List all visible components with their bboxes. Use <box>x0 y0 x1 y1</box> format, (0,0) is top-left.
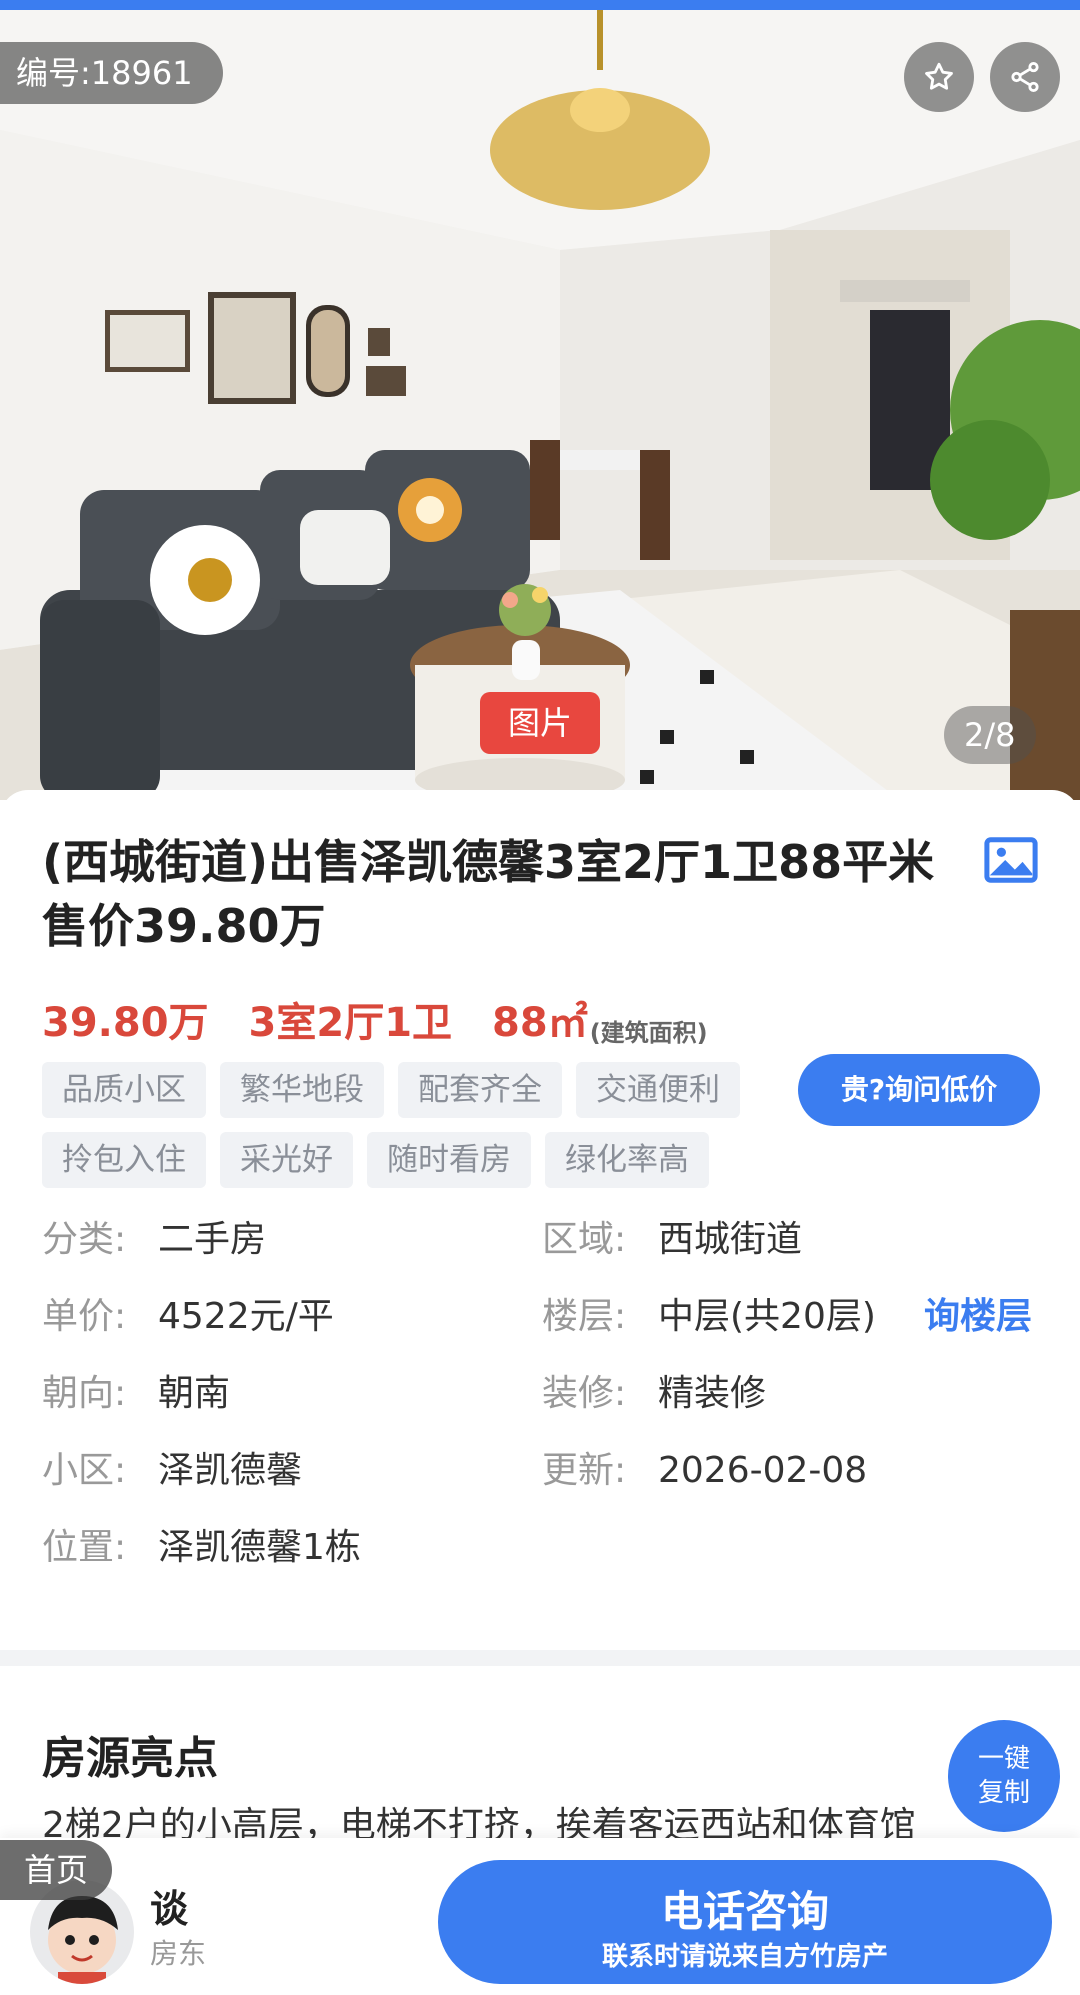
phone-consult-button[interactable]: 电话咨询 联系时请说来自方竹房产 <box>438 1860 1052 1984</box>
agent-name: 谈 <box>150 1887 189 1931</box>
area-note: (建筑面积) <box>589 1019 708 1047</box>
star-icon <box>925 62 953 90</box>
detail-value: 中层(共20层) <box>658 1296 876 1337</box>
image-gallery-icon[interactable] <box>984 836 1038 884</box>
detail-value: 朝南 <box>158 1373 231 1414</box>
tag: 绿化率高 <box>545 1132 709 1188</box>
detail-label: 朝向: <box>42 1373 127 1414</box>
detail-value: 精装修 <box>658 1373 767 1414</box>
tag: 交通便利 <box>576 1062 740 1118</box>
home-button[interactable]: 首页 <box>0 1840 112 1900</box>
detail-value: 泽凯德馨1栋 <box>158 1527 361 1568</box>
agent-role: 房东 <box>150 1937 207 1970</box>
detail-label: 楼层: <box>542 1296 627 1337</box>
detail-location: 位置: 泽凯德馨1栋 <box>42 1526 361 1570</box>
room-layout: 3室2厅1卫 <box>248 1000 453 1046</box>
detail-decoration: 装修: 精装修 <box>542 1372 766 1416</box>
top-accent-bar <box>0 0 1080 10</box>
feature-tags: 品质小区 繁华地段 配套齐全 交通便利 拎包入住 采光好 随时看房 绿化率高 <box>42 1062 762 1188</box>
photo-tab-tag[interactable]: 图片 <box>480 692 600 754</box>
detail-value: 西城街道 <box>658 1219 803 1260</box>
listing-title: (西城街道)出售泽凯德馨3室2厅1卫88平米 售价39.80万 <box>42 835 935 953</box>
detail-value: 泽凯德馨 <box>158 1450 303 1491</box>
detail-unit-price: 单价: 4522元/平 <box>42 1295 334 1339</box>
detail-label: 更新: <box>542 1450 627 1491</box>
share-icon <box>1011 61 1039 93</box>
copy-label-line1: 一键 <box>977 1744 1030 1774</box>
detail-district: 区域: 西城街道 <box>542 1218 802 1262</box>
detail-floor: 楼层: 中层(共20层) <box>542 1295 876 1339</box>
detail-value: 2026-02-08 <box>658 1450 868 1491</box>
detail-updated: 更新: 2026-02-08 <box>542 1449 867 1493</box>
detail-label: 区域: <box>542 1219 627 1260</box>
share-button[interactable] <box>990 42 1060 112</box>
listing-photo-carousel[interactable]: 编号:18961 图片 2/8 <box>0 10 1080 800</box>
area: 88㎡ <box>492 1000 588 1046</box>
detail-label: 单价: <box>42 1296 127 1337</box>
call-sub-label: 联系时请说来自方竹房产 <box>601 1942 888 1972</box>
tag: 品质小区 <box>42 1062 206 1118</box>
favorite-button[interactable] <box>904 42 974 112</box>
ask-floor-link[interactable]: 询楼层 <box>924 1295 1032 1339</box>
listing-id-badge: 编号:18961 <box>0 42 223 104</box>
key-stats: 39.80万 3室2厅1卫 88㎡ (建筑面积) <box>42 990 708 1048</box>
detail-label: 位置: <box>42 1527 127 1568</box>
detail-label: 分类: <box>42 1219 127 1260</box>
area-group: 88㎡ (建筑面积) <box>492 990 708 1048</box>
copy-label-line2: 复制 <box>977 1778 1030 1808</box>
listing-info-card: (西城街道)出售泽凯德馨3室2厅1卫88平米 售价39.80万 39.80万 3… <box>0 790 1080 1650</box>
detail-orientation: 朝向: 朝南 <box>42 1372 230 1416</box>
tag: 拎包入住 <box>42 1132 206 1188</box>
tag: 配套齐全 <box>398 1062 562 1118</box>
call-main-label: 电话咨询 <box>660 1887 829 1936</box>
highlights-title: 房源亮点 <box>42 1733 218 1784</box>
detail-label: 小区: <box>42 1450 127 1491</box>
price: 39.80万 <box>42 1000 209 1046</box>
detail-value: 二手房 <box>158 1219 267 1260</box>
tag: 采光好 <box>220 1132 353 1188</box>
detail-value: 4522元/平 <box>158 1296 334 1337</box>
detail-label: 装修: <box>542 1373 627 1414</box>
tag: 随时看房 <box>367 1132 531 1188</box>
ask-low-price-button[interactable]: 贵?询问低价 <box>798 1054 1040 1126</box>
detail-category: 分类: 二手房 <box>42 1218 266 1262</box>
section-divider <box>0 1650 1080 1666</box>
photo-counter: 2/8 <box>944 706 1036 764</box>
tag: 繁华地段 <box>220 1062 384 1118</box>
detail-community: 小区: 泽凯德馨 <box>42 1449 302 1493</box>
one-click-copy-button[interactable]: 一键 复制 <box>948 1720 1060 1832</box>
living-room-photo <box>0 10 1080 800</box>
highlights-text: 2梯2户的小高层，电梯不打挤，挨着客运西站和体育馆 <box>42 1805 916 1838</box>
